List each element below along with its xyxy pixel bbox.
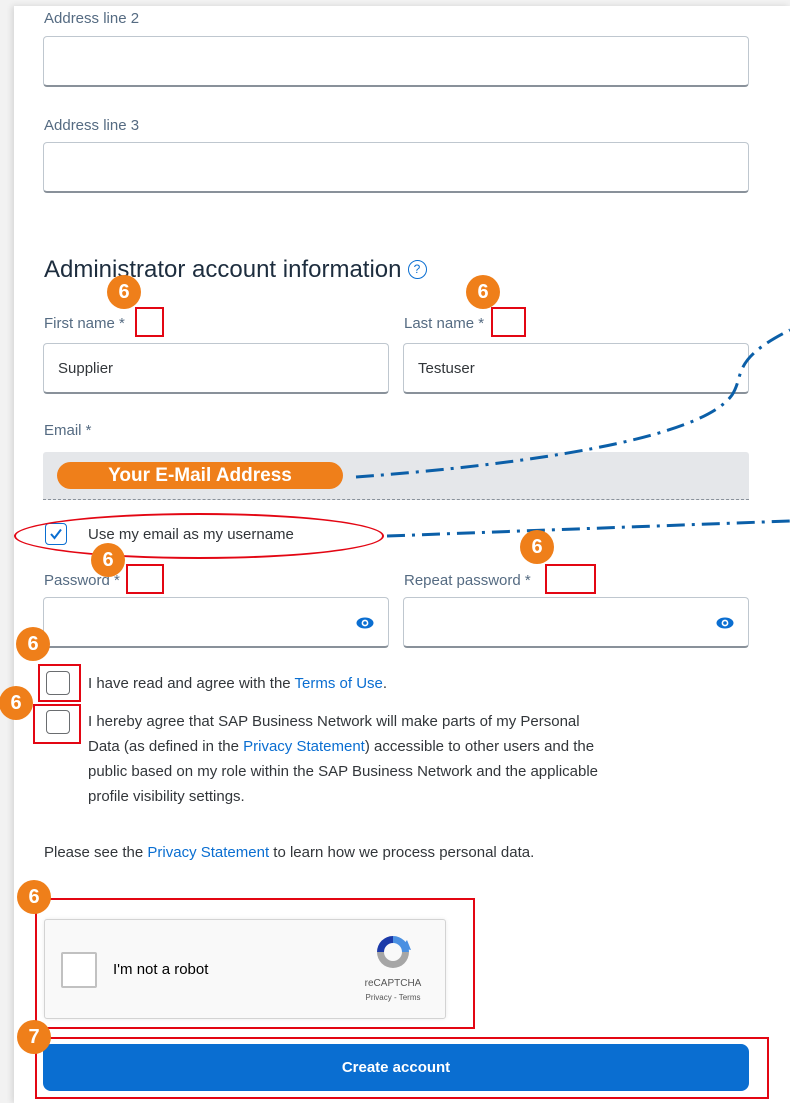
annotation-badge-6: 6: [16, 627, 50, 661]
annotation-badge-6: 6: [107, 275, 141, 309]
annotation-badge-6: 6: [466, 275, 500, 309]
annotation-badge-6: 6: [91, 543, 125, 577]
annotation-badge-6: 6: [520, 530, 554, 564]
annotation-badge-6: 6: [17, 880, 51, 914]
annotation-badge-6: 6: [0, 686, 33, 720]
annotation-badge-7: 7: [17, 1020, 51, 1054]
